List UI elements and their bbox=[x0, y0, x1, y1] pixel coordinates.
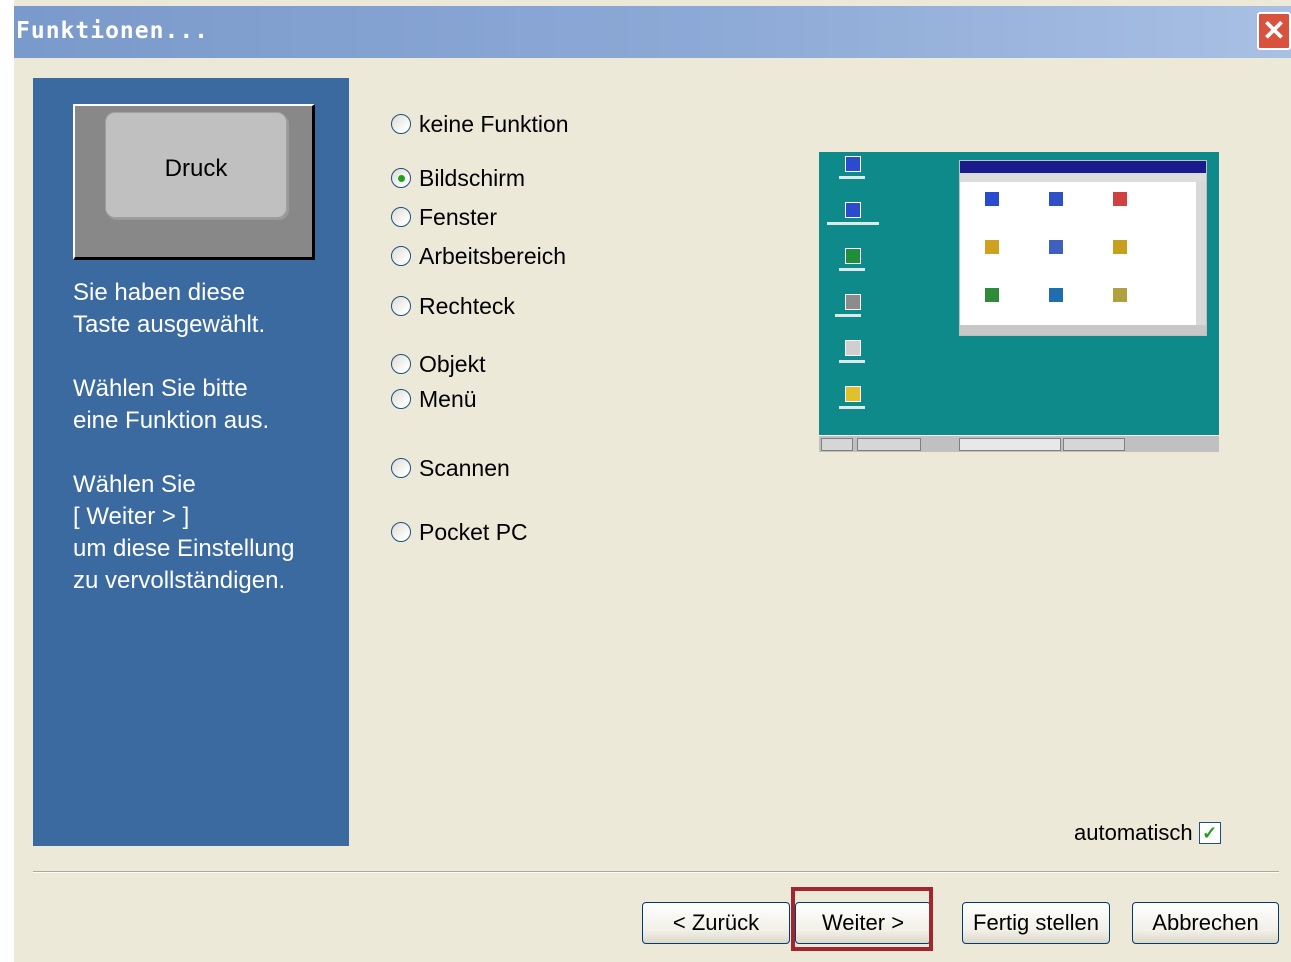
label-bildschirm[interactable]: Bildschirm bbox=[419, 165, 525, 192]
label-keine-funktion[interactable]: keine Funktion bbox=[419, 111, 569, 138]
info-text-next-instruction: Wählen Sie [ Weiter > ] um diese Einstel… bbox=[73, 471, 295, 594]
automatisch-option[interactable]: automatisch ✓ bbox=[1074, 818, 1221, 848]
preview-window bbox=[959, 160, 1207, 336]
info-text-selected-key: Sie haben diese Taste ausgewählt. bbox=[73, 279, 266, 338]
key-image: Druck bbox=[73, 104, 315, 260]
window-title: Funktionen... bbox=[16, 18, 210, 44]
desktop-icon-caption bbox=[835, 314, 861, 317]
radio-fenster[interactable] bbox=[391, 207, 411, 227]
label-menue[interactable]: Menü bbox=[419, 386, 477, 413]
label-fenster[interactable]: Fenster bbox=[419, 204, 497, 231]
preview-task-button bbox=[1063, 438, 1125, 451]
dialog-window: Funktionen... ✕ Druck Sie haben diese Ta… bbox=[0, 0, 1291, 962]
back-button[interactable]: < Zurück bbox=[642, 902, 790, 944]
desktop-icon bbox=[845, 248, 861, 264]
preview-folder-icon bbox=[984, 191, 1000, 207]
desktop-icon bbox=[845, 294, 861, 310]
desktop-icon bbox=[845, 340, 861, 356]
separator bbox=[33, 871, 1279, 873]
desktop-icon bbox=[845, 156, 861, 172]
preview-folder-icon bbox=[984, 239, 1000, 255]
preview-task-button bbox=[959, 438, 1061, 451]
close-button[interactable]: ✕ bbox=[1257, 12, 1291, 50]
preview-window-scrollbar bbox=[1196, 182, 1206, 325]
option-scannen[interactable]: Scannen bbox=[391, 454, 510, 482]
option-menue[interactable]: Menü bbox=[391, 385, 477, 413]
preview-task-button bbox=[857, 438, 921, 451]
close-icon: ✕ bbox=[1262, 15, 1286, 46]
desktop-icon-caption bbox=[839, 360, 865, 363]
label-objekt[interactable]: Objekt bbox=[419, 351, 485, 378]
label-scannen[interactable]: Scannen bbox=[419, 455, 510, 482]
preview-folder-icon bbox=[1112, 239, 1128, 255]
option-pocket-pc[interactable]: Pocket PC bbox=[391, 518, 528, 546]
preview-folder-icon bbox=[1112, 191, 1128, 207]
automatisch-checkbox[interactable]: ✓ bbox=[1198, 822, 1221, 844]
desktop-icon-caption bbox=[839, 176, 865, 179]
radio-rechteck[interactable] bbox=[391, 296, 411, 316]
radio-menue[interactable] bbox=[391, 389, 411, 409]
radio-objekt[interactable] bbox=[391, 354, 411, 374]
automatisch-label[interactable]: automatisch bbox=[1074, 820, 1193, 846]
preview-folder-icon bbox=[984, 287, 1000, 303]
option-objekt[interactable]: Objekt bbox=[391, 350, 485, 378]
label-arbeitsbereich[interactable]: Arbeitsbereich bbox=[419, 243, 566, 270]
radio-pocket-pc[interactable] bbox=[391, 522, 411, 542]
option-fenster[interactable]: Fenster bbox=[391, 203, 497, 231]
preview-folder-icon bbox=[1112, 287, 1128, 303]
preview-folder-icon bbox=[1048, 287, 1064, 303]
cancel-button[interactable]: Abbrechen bbox=[1132, 902, 1279, 944]
desktop-icon-caption bbox=[839, 268, 865, 271]
preview-folder-icon bbox=[1048, 239, 1064, 255]
desktop-icon bbox=[845, 386, 861, 402]
preview-window-statusbar bbox=[960, 325, 1206, 335]
option-keine-funktion[interactable]: keine Funktion bbox=[391, 110, 569, 138]
preview-start-button bbox=[821, 438, 853, 451]
preview-folder-icon bbox=[1048, 191, 1064, 207]
label-rechteck[interactable]: Rechteck bbox=[419, 293, 515, 320]
next-button-highlight bbox=[791, 887, 933, 951]
title-bar[interactable]: Funktionen... ✕ bbox=[14, 6, 1291, 58]
key-label: Druck bbox=[105, 112, 287, 218]
desktop-icon-caption bbox=[827, 222, 879, 225]
preview-window-menu bbox=[960, 173, 1206, 182]
radio-arbeitsbereich[interactable] bbox=[391, 246, 411, 266]
preview-window-titlebar bbox=[960, 161, 1206, 173]
radio-bildschirm[interactable] bbox=[391, 168, 411, 188]
left-edge bbox=[0, 0, 14, 962]
info-panel: Druck Sie haben diese Taste ausgewählt. … bbox=[33, 78, 349, 846]
desktop-icon-caption bbox=[839, 406, 865, 409]
radio-scannen[interactable] bbox=[391, 458, 411, 478]
desktop-icon bbox=[845, 202, 861, 218]
option-arbeitsbereich[interactable]: Arbeitsbereich bbox=[391, 242, 566, 270]
preview-taskbar bbox=[819, 435, 1219, 452]
option-rechteck[interactable]: Rechteck bbox=[391, 292, 515, 320]
finish-button[interactable]: Fertig stellen bbox=[962, 902, 1110, 944]
checkmark-icon: ✓ bbox=[1202, 823, 1218, 843]
screen-preview-image bbox=[819, 152, 1219, 452]
label-pocket-pc[interactable]: Pocket PC bbox=[419, 519, 528, 546]
radio-keine-funktion[interactable] bbox=[391, 114, 411, 134]
info-text-choose-function: Wählen Sie bitte eine Funktion aus. bbox=[73, 375, 270, 434]
option-bildschirm[interactable]: Bildschirm bbox=[391, 164, 525, 192]
